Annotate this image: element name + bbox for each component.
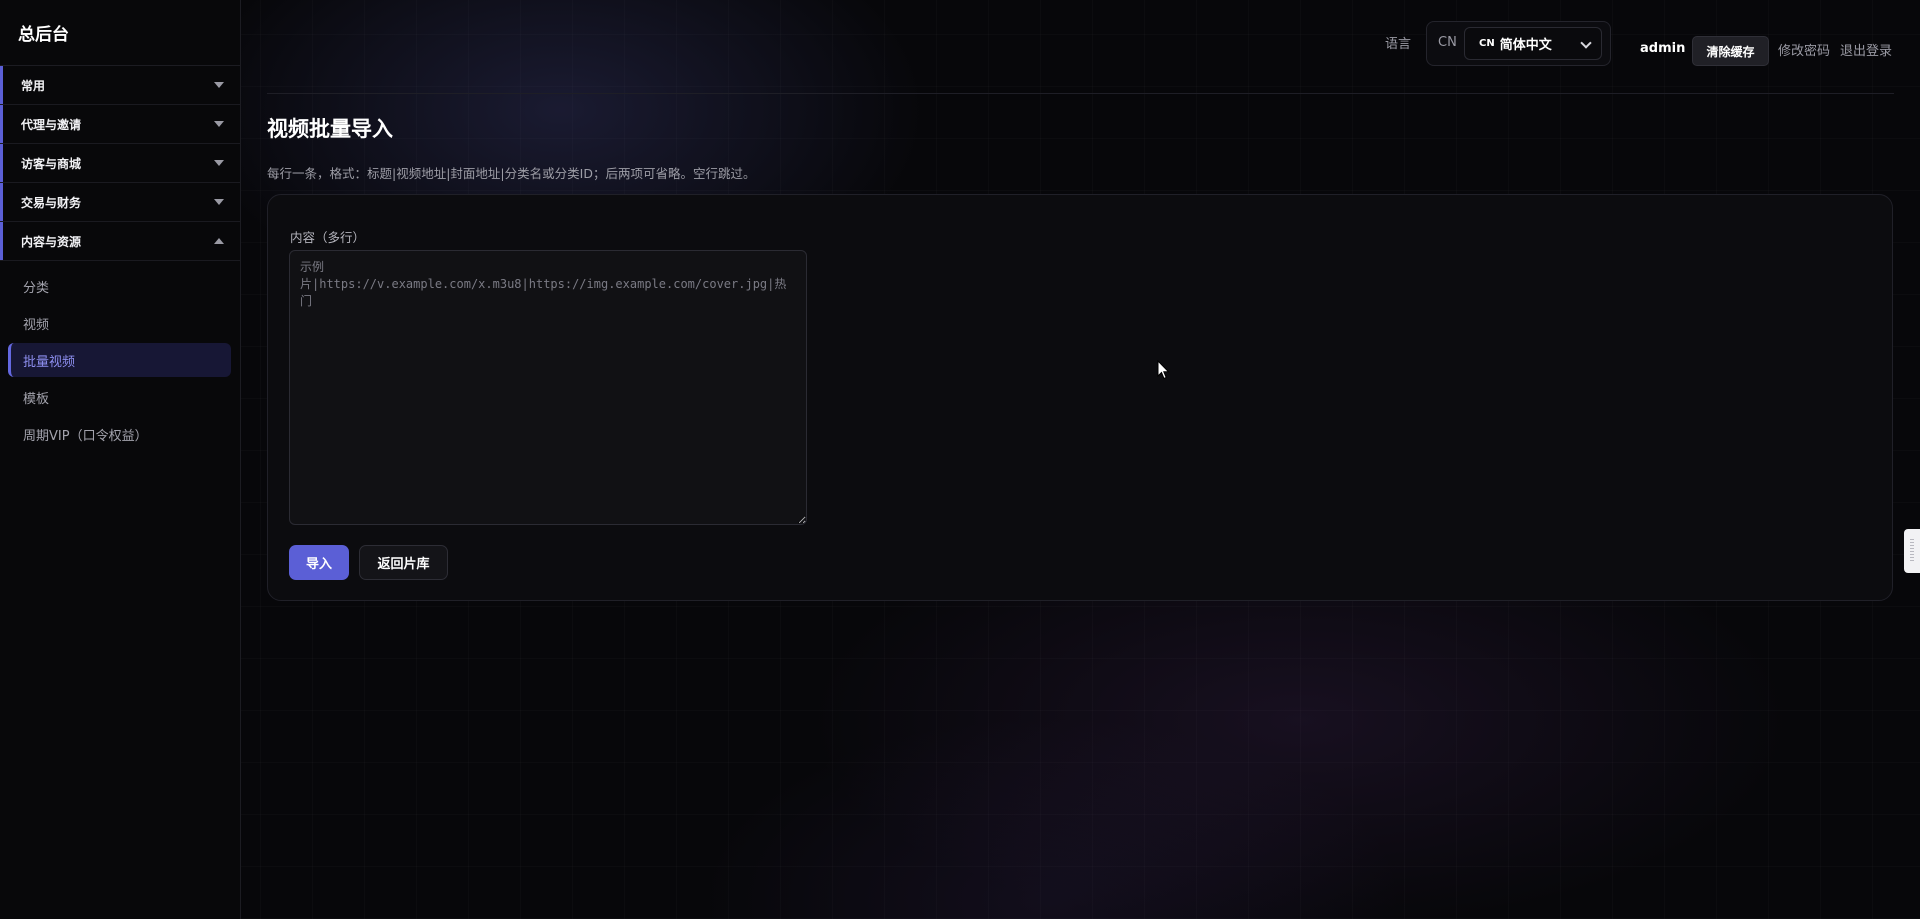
- content-textarea[interactable]: [289, 250, 807, 525]
- sidebar-group-label: 代理与邀请: [21, 117, 82, 132]
- chevron-down-icon: [214, 199, 224, 205]
- mouse-pointer-icon: [1157, 360, 1170, 380]
- sidebar-group-label: 访客与商城: [21, 156, 82, 171]
- sidebar-group-label: 常用: [21, 78, 46, 93]
- sidebar-item-batch-videos[interactable]: 批量视频: [8, 343, 231, 377]
- language-prefix: CN: [1438, 35, 1457, 50]
- language-code: CN: [1479, 38, 1495, 49]
- sidebar-item-periodic-vip[interactable]: 周期VIP（口令权益）: [8, 417, 231, 451]
- format-hint: 每行一条，格式：标题|视频地址|封面地址|分类名或分类ID；后两项可省略。空行跳…: [267, 166, 756, 181]
- chevron-up-icon: [214, 238, 224, 244]
- brand-title: 总后台: [0, 0, 240, 66]
- back-to-library-button[interactable]: 返回片库: [359, 545, 448, 580]
- language-switcher: CN CN 简体中文: [1426, 21, 1611, 66]
- language-label: 语言: [1385, 37, 1412, 52]
- sidebar-item-videos[interactable]: 视频: [8, 306, 231, 340]
- content-field-label: 内容（多行）: [290, 230, 366, 245]
- logout-link[interactable]: 退出登录: [1840, 40, 1892, 59]
- sidebar-group-agents-invites[interactable]: 代理与邀请: [0, 105, 240, 144]
- sidebar-item-categories[interactable]: 分类: [8, 269, 231, 303]
- language-select[interactable]: CN 简体中文: [1464, 27, 1602, 60]
- import-button[interactable]: 导入: [289, 545, 349, 580]
- chevron-down-icon: [214, 121, 224, 127]
- change-password-link[interactable]: 修改密码: [1778, 40, 1830, 59]
- sidebar-subnav: 分类 视频 批量视频 模板 周期VIP（口令权益）: [0, 261, 240, 451]
- chevron-down-icon: [1580, 37, 1592, 49]
- chevron-down-icon: [214, 160, 224, 166]
- page-title: 视频批量导入: [267, 117, 393, 141]
- sidebar-group-label: 内容与资源: [21, 234, 82, 249]
- clear-cache-button[interactable]: 清除缓存: [1692, 36, 1769, 66]
- sidebar-group-visitors-shop[interactable]: 访客与商城: [0, 144, 240, 183]
- sidebar-group-common[interactable]: 常用: [0, 66, 240, 105]
- sidebar: 总后台 常用 代理与邀请 访客与商城 交易与财务 内容与资源 分类 视频 批量视…: [0, 0, 241, 919]
- sidebar-group-trade-finance[interactable]: 交易与财务: [0, 183, 240, 222]
- import-card: 内容（多行） 导入 返回片库: [267, 194, 1893, 601]
- sidebar-item-templates[interactable]: 模板: [8, 380, 231, 414]
- current-user: admin: [1640, 41, 1686, 56]
- sidebar-group-label: 交易与财务: [21, 195, 82, 210]
- language-value: 简体中文: [1499, 38, 1552, 53]
- chevron-down-icon: [214, 82, 224, 88]
- sidebar-group-content-resources[interactable]: 内容与资源: [0, 222, 240, 261]
- side-drawer-handle[interactable]: [1904, 529, 1920, 573]
